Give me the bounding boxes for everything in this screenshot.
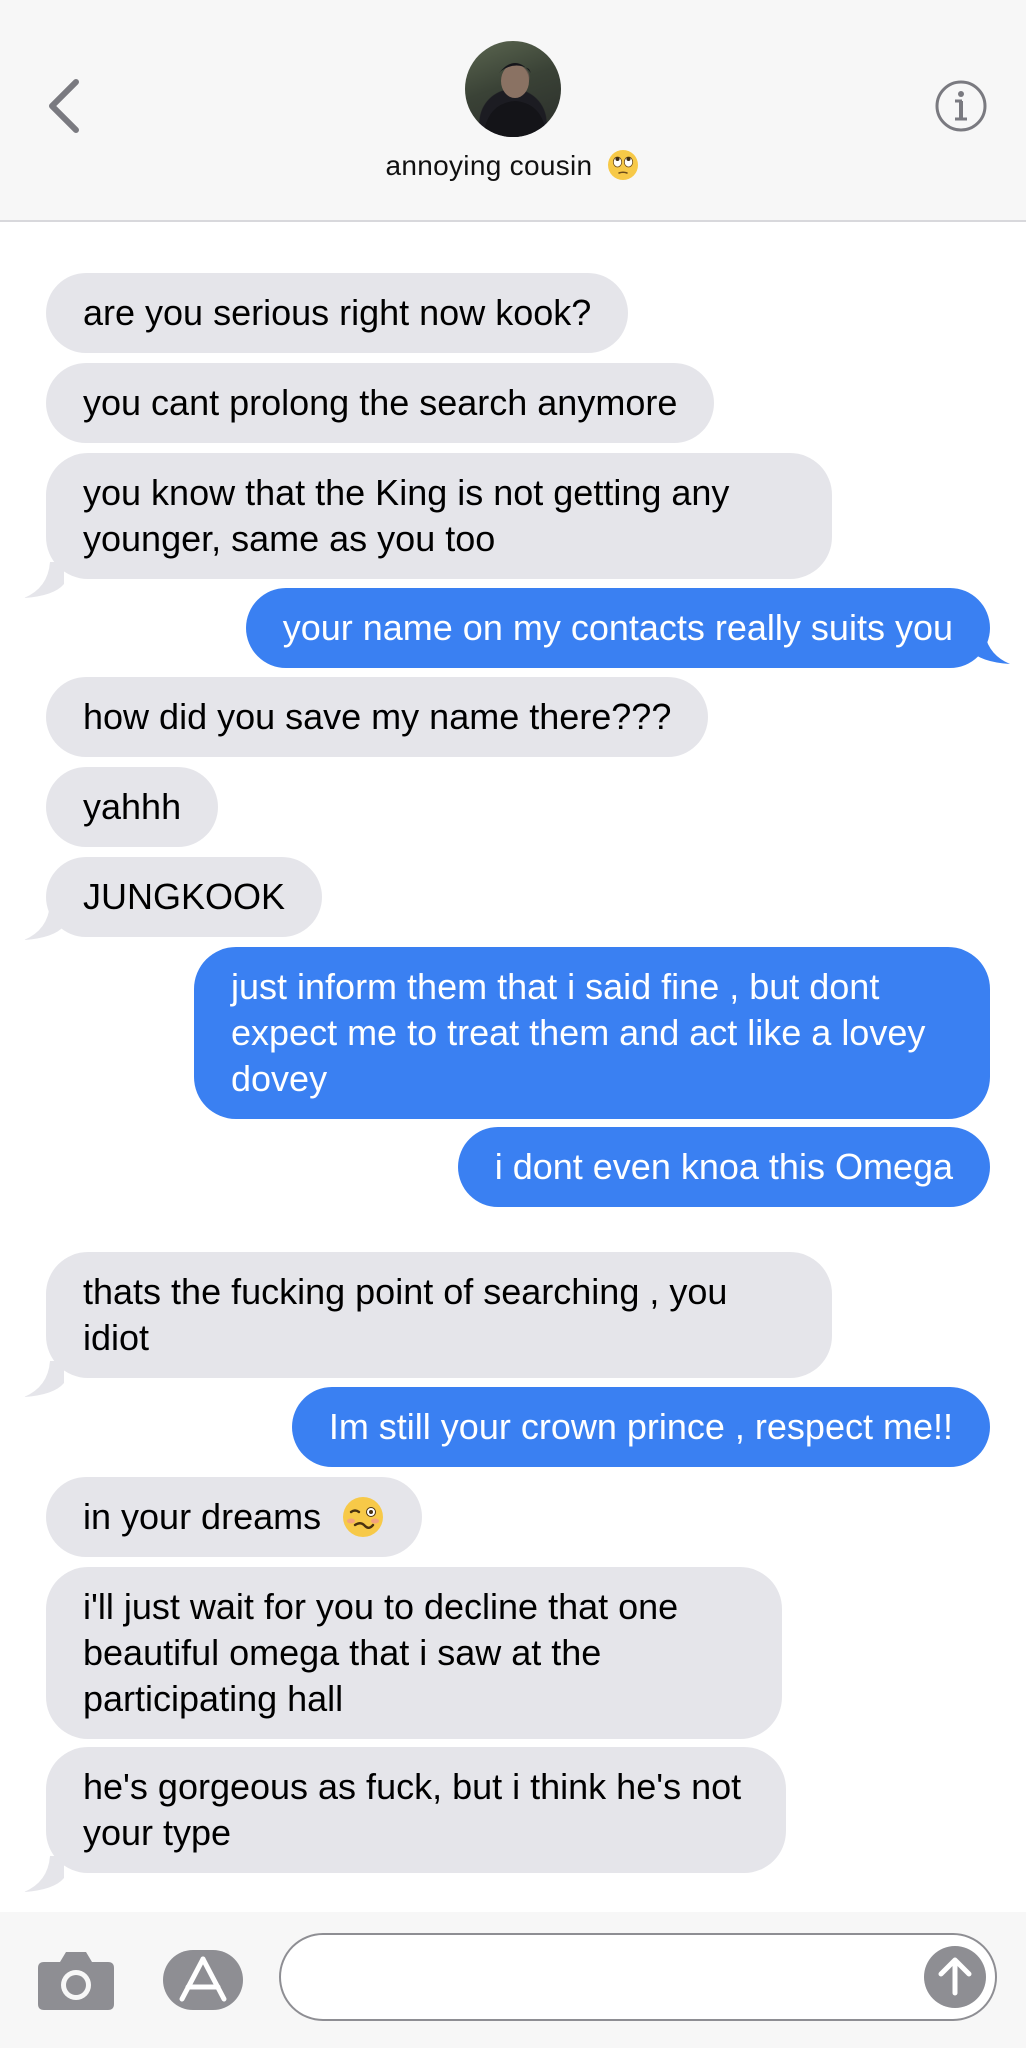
bubble-tail	[24, 904, 64, 940]
message-bubble-received[interactable]: he's gorgeous as fuck, but i think he's …	[46, 1747, 786, 1873]
contact-name: annoying cousin	[385, 150, 593, 181]
camera-icon[interactable]	[36, 1948, 116, 2012]
message-input[interactable]	[279, 1933, 997, 2021]
bubble-tail	[970, 628, 1010, 664]
conversation-header: annoying cousin	[0, 0, 1026, 222]
message-bubble-received[interactable]: thats the fucking point of searching , y…	[46, 1252, 832, 1378]
bubble-tail	[24, 1361, 64, 1397]
contact-name-row[interactable]: annoying cousin	[0, 148, 1026, 182]
send-arrow-up-icon[interactable]	[923, 1945, 987, 2009]
message-bubble-received[interactable]: how did you save my name there???	[46, 677, 709, 757]
face-with-rolling-eyes-icon	[608, 150, 639, 180]
message-bubble-received[interactable]: yahhh	[46, 767, 219, 847]
app-store-icon[interactable]	[162, 1949, 244, 2011]
message-thread[interactable]: are you serious right now kook? you cant…	[0, 222, 1026, 1912]
avatar[interactable]	[465, 41, 561, 137]
message-bubble-received[interactable]: i'll just wait for you to decline that o…	[46, 1567, 782, 1739]
message-bubble-sent[interactable]: Im still your crown prince , respect me!…	[291, 1387, 990, 1467]
info-circle-icon[interactable]	[934, 79, 988, 133]
message-bubble-received[interactable]: in your dreams	[46, 1477, 423, 1557]
message-bubble-sent[interactable]: your name on my contacts really suits yo…	[245, 588, 990, 668]
message-bubble-received[interactable]: you cant prolong the search anymore	[46, 363, 715, 443]
bubble-tail	[24, 562, 64, 598]
message-bubble-received[interactable]: JUNGKOOK	[46, 857, 323, 937]
message-bubble-sent[interactable]: i dont even knoa this Omega	[457, 1127, 990, 1207]
chevron-left-icon[interactable]	[44, 76, 84, 136]
message-bubble-received[interactable]: you know that the King is not getting an…	[46, 453, 832, 579]
message-composer	[0, 1912, 1026, 2048]
woozy-face-icon	[343, 1497, 384, 1537]
message-bubble-received[interactable]: are you serious right now kook?	[46, 273, 629, 353]
bubble-tail	[24, 1856, 64, 1892]
message-bubble-sent[interactable]: just inform them that i said fine , but …	[194, 947, 990, 1119]
